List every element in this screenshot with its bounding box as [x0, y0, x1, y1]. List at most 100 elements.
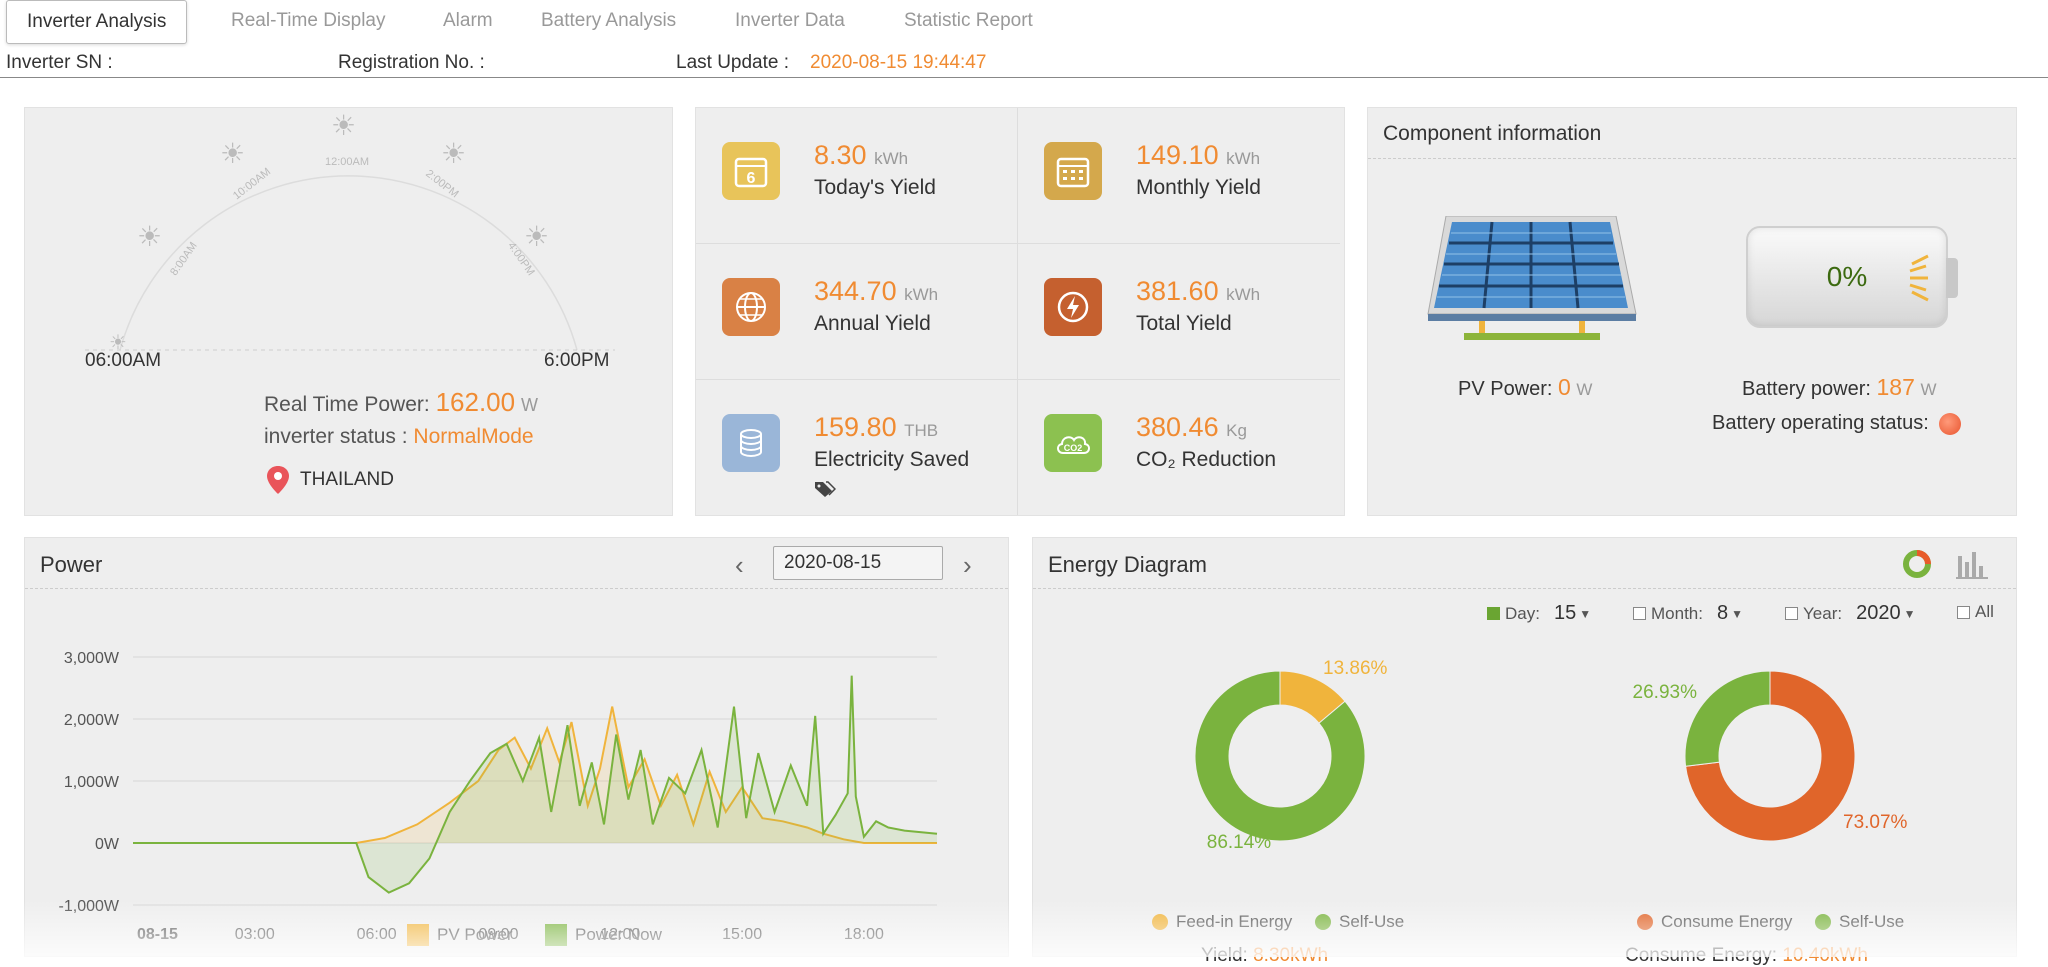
annual-yield-value: 344.70 [814, 276, 897, 306]
consume-summary: Consume Energy: 10.40kWh [1625, 945, 1868, 967]
calendar-day-icon: 6 [722, 142, 780, 200]
monthly-yield-card: 149.10 kWh Monthly Yield [1018, 108, 1340, 244]
location-pin-icon [267, 466, 289, 494]
legend-pv-power[interactable]: PV Power [407, 924, 513, 946]
legend-label: Self-Use [1839, 912, 1905, 931]
sun-icon: ☀ [137, 221, 163, 252]
legend-swatch [545, 924, 567, 946]
annual-yield-unit: kWh [904, 285, 939, 304]
sun-icon: ☀ [524, 221, 550, 252]
tab-battery-analysis[interactable]: Battery Analysis [541, 0, 676, 44]
calendar-month-icon [1044, 142, 1102, 200]
electricity-saved-unit: THB [904, 421, 939, 440]
tab-inverter-data[interactable]: Inverter Data [735, 0, 845, 44]
battery-power-value: 187 [1876, 374, 1915, 400]
annual-yield-card: 344.70 kWh Annual Yield [696, 244, 1018, 380]
battery-power-row: Battery power: 187 W [1742, 374, 1937, 401]
legend-consume[interactable]: Consume Energy [1637, 912, 1792, 932]
donut-slice [1684, 670, 1771, 767]
last-update-value: 2020-08-15 19:44:47 [810, 52, 987, 73]
slice-label: 73.07% [1843, 812, 1908, 833]
co2-reduction-value-row: 380.46 Kg [1136, 412, 1247, 443]
coins-icon [722, 414, 780, 472]
battery-status-row: Battery operating status: [1712, 412, 1961, 435]
real-time-power-unit: W [520, 395, 538, 415]
x-tick-label: 08-15 [137, 926, 178, 943]
yield-summary: Yield: 8.30kWh [1201, 945, 1328, 967]
real-time-power-row: Real Time Power: 162.00 W [264, 387, 538, 418]
inverter-status-label: inverter status : [264, 425, 408, 448]
legend-swatch [407, 924, 429, 946]
date-input[interactable]: 2020-08-15 [773, 546, 943, 580]
yield-summary-value: 8.30kWh [1253, 945, 1329, 966]
battery-status-indicator [1938, 412, 1961, 435]
legend-label: Power Now [575, 925, 662, 944]
electricity-saved-value-row: 159.80 THB [814, 412, 938, 443]
co2-reduction-unit: Kg [1226, 421, 1247, 440]
tab-real-time-display[interactable]: Real-Time Display [231, 0, 386, 44]
total-yield-value: 381.60 [1136, 276, 1219, 306]
legend-dot [1315, 914, 1331, 930]
y-tick-label: -1,000W [59, 898, 120, 915]
total-yield-name: Total Yield [1136, 312, 1232, 335]
monthly-yield-name: Monthly Yield [1136, 176, 1261, 199]
battery-power-label: Battery power: [1742, 378, 1871, 400]
legend-dot [1637, 914, 1653, 930]
sun-path-panel: ☀ ☀ ☀ ☀ ☀ ☀ 8:00AM 10:00AM 12:00AM 2:00P… [24, 107, 673, 516]
sun-icon: ☀ [220, 138, 246, 169]
pv-power-value: 0 [1558, 374, 1571, 400]
real-time-power-label: Real Time Power: [264, 393, 430, 416]
tab-inverter-analysis[interactable]: Inverter Analysis [6, 0, 188, 44]
legend-self-use[interactable]: Self-Use [1315, 912, 1404, 932]
electricity-saved-value: 159.80 [814, 412, 897, 442]
legend-label: Feed-in Energy [1176, 912, 1293, 931]
battery-power-unit: W [1920, 380, 1937, 399]
next-date-button[interactable]: › [963, 550, 972, 581]
todays-yield-unit: kWh [874, 149, 909, 168]
slice-label: 26.93% [1633, 682, 1698, 703]
legend-label: PV Power [437, 925, 513, 944]
svg-text:6: 6 [747, 170, 756, 187]
tab-statistic-report[interactable]: Statistic Report [904, 0, 1033, 44]
consume-summary-value: 10.40kWh [1782, 945, 1868, 966]
legend-label: Self-Use [1339, 912, 1405, 931]
sunrise-label: 06:00AM [85, 350, 162, 371]
monthly-yield-value: 149.10 [1136, 140, 1219, 170]
energy-panel: Energy Diagram Day: 15 ▼ Month: 8 ▼ Year… [1032, 537, 2017, 966]
pv-power-label: PV Power: [1458, 378, 1553, 400]
prev-date-button[interactable]: ‹ [735, 550, 744, 581]
co2-reduction-card: CO2 380.46 Kg CO₂ Reduction [1018, 380, 1340, 515]
legend-power-now[interactable]: Power Now [545, 924, 662, 946]
slice-label: 86.14% [1207, 832, 1272, 853]
pv-power-row: PV Power: 0 W [1458, 374, 1592, 401]
y-tick-label: 1,000W [64, 774, 120, 791]
yield-summary-label: Yield: [1201, 945, 1248, 966]
x-tick-label: 18:00 [844, 926, 884, 943]
legend-feed-in[interactable]: Feed-in Energy [1152, 912, 1292, 932]
annual-yield-name: Annual Yield [814, 312, 931, 335]
power-panel: Power ‹ 2020-08-15 › -1,000W 0W 1,000W 2,00… [24, 537, 1009, 957]
tab-alarm[interactable]: Alarm [443, 0, 493, 44]
svg-text:CO2: CO2 [1064, 443, 1083, 453]
battery-status-label: Battery operating status: [1712, 412, 1929, 434]
solar-panel-icon [1427, 216, 1637, 340]
globe-icon [722, 278, 780, 336]
divider [1368, 158, 2016, 159]
pv-power-unit: W [1576, 380, 1593, 399]
y-tick-label: 3,000W [64, 650, 120, 667]
legend-dot [1815, 914, 1831, 930]
total-yield-value-row: 381.60 kWh [1136, 276, 1260, 307]
consume-summary-label: Consume Energy: [1625, 945, 1778, 966]
battery-terminal [1946, 258, 1958, 298]
legend-label: Consume Energy [1661, 912, 1793, 931]
total-yield-unit: kWh [1226, 285, 1261, 304]
price-tag-icon[interactable] [814, 480, 836, 498]
x-tick-label: 15:00 [722, 926, 762, 943]
yield-panel: 6 8.30 kWh Today's Yield 149.10 kWh Mont… [695, 107, 1345, 516]
component-panel: Component information 0% PV Power: 0 W B… [1367, 107, 2017, 516]
location-text: THAILAND [300, 469, 394, 490]
legend-self-use-2[interactable]: Self-Use [1815, 912, 1904, 932]
energy-donuts: 13.86% 86.14% 73.07% 26.93% [1194, 658, 1908, 853]
sun-icon: ☀ [441, 138, 467, 169]
inverter-sn-label: Inverter SN : [6, 52, 113, 73]
